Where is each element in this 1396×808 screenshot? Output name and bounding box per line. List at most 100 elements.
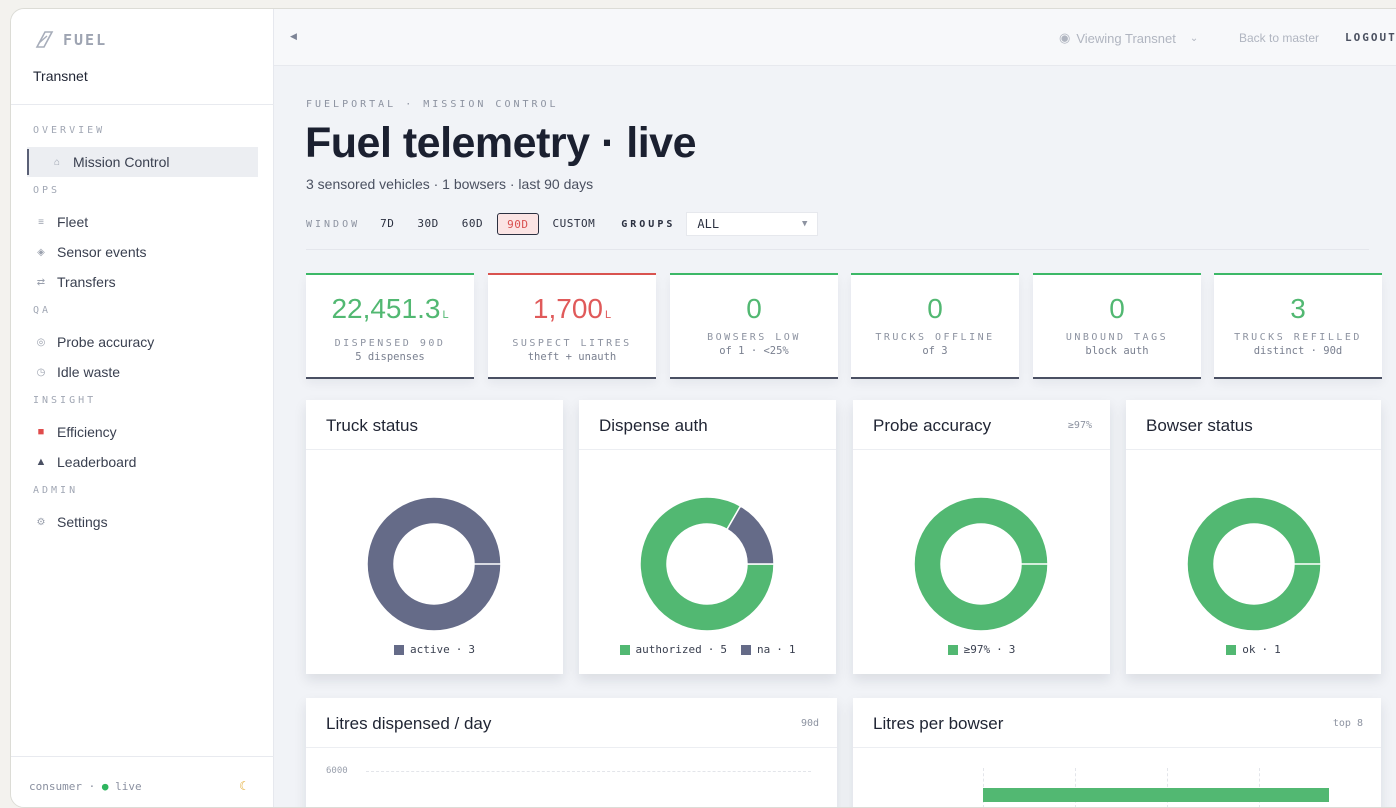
groups-select[interactable]: ALL ▼ xyxy=(686,212,819,236)
collapse-sidebar-icon[interactable]: ◀ xyxy=(290,31,297,42)
sidebar-item-settings[interactable]: ⚙ Settings xyxy=(11,507,258,537)
sidebar-item-fleet[interactable]: ≡ Fleet xyxy=(11,207,258,237)
card-header: Litres dispensed / day 90d xyxy=(306,698,837,748)
window-chip-90d[interactable]: 90D xyxy=(497,213,539,235)
sidebar-item-leaderboard[interactable]: ▲ Leaderboard xyxy=(11,447,258,477)
kpi-sub: of 1 · <25% xyxy=(719,345,789,357)
probe-accuracy-donut xyxy=(913,496,1049,632)
dispense-auth-card: Dispense auth authorized · 5 na · 1 xyxy=(579,400,836,674)
card-title: Litres dispensed / day xyxy=(326,714,492,733)
sidebar-item-efficiency[interactable]: ■ Efficiency xyxy=(11,417,258,447)
kpi-sub: block auth xyxy=(1085,345,1149,357)
kpi-card-trucks-refilled[interactable]: 3 TRUCKS REFILLED distinct · 90d xyxy=(1214,273,1382,377)
kpi-card-unbound-tags[interactable]: 0 UNBOUND TAGS block auth xyxy=(1033,273,1201,377)
card-header: Litres per bowser top 8 xyxy=(853,698,1381,748)
legend-item: ≥97% · 3 xyxy=(947,643,1015,656)
page-title: Fuel telemetry · live xyxy=(305,119,697,167)
filter-bar: WINDOW 7D 30D 60D 90D CUSTOM GROUPS ALL … xyxy=(306,212,819,236)
card-meta: top 8 xyxy=(1332,718,1363,729)
moon-icon[interactable]: ☾ xyxy=(239,779,250,793)
truck-status-legend: active · 3 xyxy=(306,643,563,656)
card-meta: 90d xyxy=(800,718,819,729)
kpi-sub: theft + unauth xyxy=(527,351,617,363)
back-to-master-link[interactable]: Back to master xyxy=(1239,31,1319,45)
kpi-label: TRUCKS OFFLINE xyxy=(875,332,995,343)
sidebar-item-label: Settings xyxy=(57,514,108,530)
chevron-down-icon: ⌄ xyxy=(1189,32,1199,44)
sidebar-item-label: Fleet xyxy=(57,214,89,230)
window-chip-7d[interactable]: 7D xyxy=(371,213,403,235)
dispense-auth-donut xyxy=(639,496,775,632)
sidebar-item-label: Sensor events xyxy=(57,244,147,260)
sidebar-item-label: Idle waste xyxy=(57,364,121,380)
target-icon: ◎ xyxy=(36,336,46,348)
window-chip-custom[interactable]: CUSTOM xyxy=(544,213,605,235)
kpi-label: SUSPECT LITRES xyxy=(512,338,632,349)
viewing-switcher[interactable]: ◉ Viewing Transnet ⌄ xyxy=(1059,30,1198,46)
status-label: live xyxy=(115,780,142,793)
caret-down-icon: ▼ xyxy=(801,219,808,229)
dispense-auth-legend: authorized · 5 na · 1 xyxy=(579,643,836,656)
kpi-value: 3 xyxy=(1290,293,1306,324)
brand-name: FUEL xyxy=(63,31,108,49)
kpi-card-bowsers-low[interactable]: 0 BOWSERS LOW of 1 · <25% xyxy=(670,273,838,377)
sidebar-item-label: Probe accuracy xyxy=(57,334,155,350)
card-title: Bowser status xyxy=(1146,416,1253,435)
kpi-label: UNBOUND TAGS xyxy=(1065,332,1169,343)
fuel-pump-icon: ■ xyxy=(37,426,45,438)
probe-accuracy-legend: ≥97% · 3 xyxy=(853,643,1110,656)
nav-section-qa: QA xyxy=(33,305,52,316)
kpi-value: 0 xyxy=(746,293,762,324)
truck-status-donut xyxy=(366,496,502,632)
brand[interactable]: FUEL xyxy=(33,29,107,51)
sidebar-item-label: Leaderboard xyxy=(57,454,137,470)
card-header: Dispense auth xyxy=(579,400,836,450)
nav-section-admin: ADMIN xyxy=(33,485,79,496)
clock-icon: ◷ xyxy=(36,366,46,378)
nav-section-overview: OVERVIEW xyxy=(33,125,106,136)
groups-label: GROUPS xyxy=(621,218,676,230)
window-label: WINDOW xyxy=(306,218,361,230)
sidebar: FUEL Transnet OVERVIEW ⌂ Mission Control… xyxy=(11,9,274,807)
kpi-card-dispensed[interactable]: 22,451.3 L DISPENSED 90D 5 dispenses xyxy=(306,273,474,377)
live-dot-icon: ● xyxy=(101,780,109,793)
sidebar-item-label: Efficiency xyxy=(57,424,117,440)
kpi-card-suspect-litres[interactable]: 1,700 L SUSPECT LITRES theft + unauth xyxy=(488,273,656,377)
legend-item: ok · 1 xyxy=(1226,643,1281,656)
card-meta: ≥97% xyxy=(1067,420,1092,431)
card-header: Probe accuracy ≥97% xyxy=(853,400,1110,450)
kpi-label: TRUCKS REFILLED xyxy=(1234,332,1362,343)
bowser-status-legend: ok · 1 xyxy=(1126,643,1381,656)
window-chip-60d[interactable]: 60D xyxy=(453,213,492,235)
kpi-sub: distinct · 90d xyxy=(1253,345,1343,357)
header-divider xyxy=(306,249,1369,250)
page-subtitle: 3 sensored vehicles · 1 bowsers · last 9… xyxy=(306,176,594,192)
kpi-sub: 5 dispenses xyxy=(355,351,425,363)
kpi-card-trucks-offline[interactable]: 0 TRUCKS OFFLINE of 3 xyxy=(851,273,1019,377)
home-icon: ⌂ xyxy=(53,156,61,168)
sidebar-divider xyxy=(11,104,274,105)
card-header: Truck status xyxy=(306,400,563,450)
sidebar-item-mission-control[interactable]: ⌂ Mission Control xyxy=(27,147,258,177)
kpi-value: 1,700 L xyxy=(532,293,612,324)
sidebar-item-idle-waste[interactable]: ◷ Idle waste xyxy=(11,357,258,387)
sidebar-item-probe-accuracy[interactable]: ◎ Probe accuracy xyxy=(11,327,258,357)
mode-label: consumer xyxy=(29,780,82,793)
card-title: Dispense auth xyxy=(599,416,708,435)
kpi-label: BOWSERS LOW xyxy=(707,332,801,343)
sidebar-item-sensor-events[interactable]: ◈ Sensor events xyxy=(11,237,258,267)
card-header: Bowser status xyxy=(1126,400,1381,450)
logout-button[interactable]: LOGOUT xyxy=(1345,31,1396,44)
card-title: Litres per bowser xyxy=(873,714,1004,733)
app-window: FUEL Transnet OVERVIEW ⌂ Mission Control… xyxy=(10,8,1396,808)
org-name: Transnet xyxy=(33,68,88,84)
sidebar-item-transfers[interactable]: ⇄ Transfers xyxy=(11,267,258,297)
kpi-value: 22,451.3 L xyxy=(331,293,449,324)
card-title: Truck status xyxy=(326,416,418,435)
window-chip-30d[interactable]: 30D xyxy=(408,213,447,235)
kpi-label: DISPENSED 90D xyxy=(334,338,446,349)
card-title: Probe accuracy xyxy=(873,416,992,435)
gear-icon: ⚙ xyxy=(36,516,46,528)
legend-item: active · 3 xyxy=(394,643,475,656)
swap-icon: ⇄ xyxy=(36,276,46,288)
